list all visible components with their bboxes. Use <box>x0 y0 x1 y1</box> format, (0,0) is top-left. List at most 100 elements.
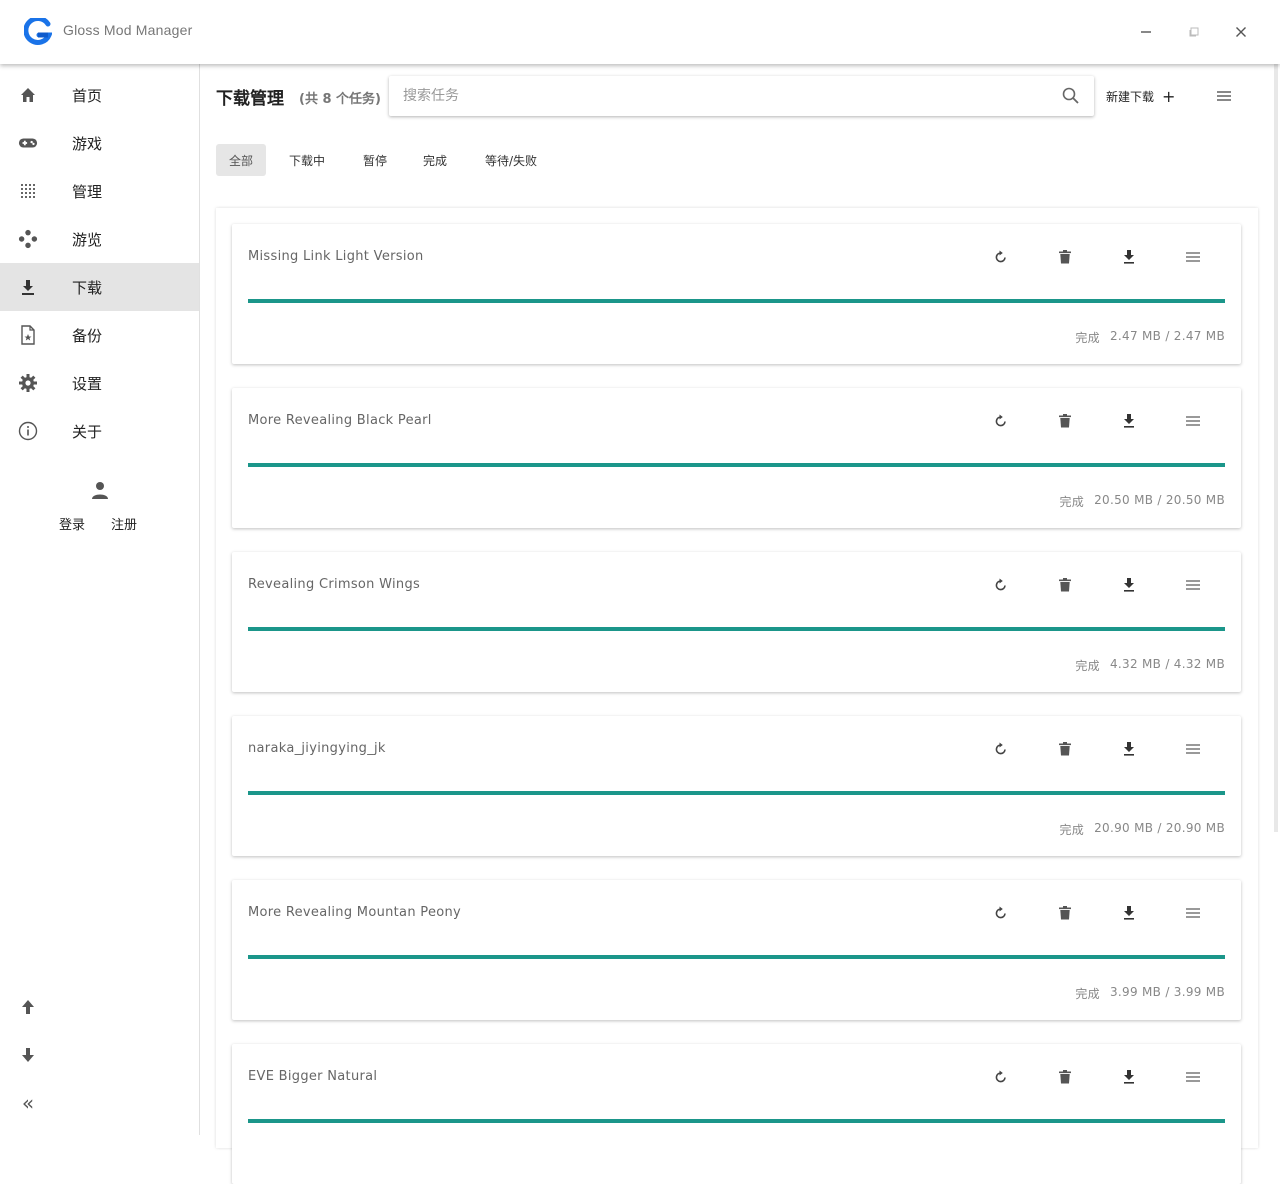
progress-fill <box>248 955 1225 959</box>
minimize-icon <box>1141 31 1151 33</box>
delete-button[interactable] <box>1056 904 1074 922</box>
progress-fill <box>248 1119 1225 1123</box>
refresh-icon <box>995 742 1006 755</box>
menu-icon <box>1186 252 1200 262</box>
collapse-sidebar-button[interactable]: « <box>18 1091 38 1115</box>
task-menu-button[interactable] <box>1184 740 1202 758</box>
scroll-top-button[interactable] <box>18 997 38 1017</box>
sidebar: 首页 游戏 管理 游览 下载 备份 设置 关于 登录 注册 « <box>0 64 200 1135</box>
arrow-down-icon <box>22 1048 34 1062</box>
download-task-card: Revealing Crimson Wings 完成 4.32 MB / 4.3… <box>232 552 1241 692</box>
refresh-icon <box>995 250 1006 263</box>
login-link[interactable]: 登录 <box>59 514 85 533</box>
gear-icon <box>18 373 38 393</box>
register-link[interactable]: 注册 <box>111 514 137 533</box>
menu-icon <box>1186 1072 1200 1082</box>
backup-file-icon <box>18 325 38 345</box>
new-download-button[interactable]: 新建下载 + <box>1106 88 1175 105</box>
delete-button[interactable] <box>1056 576 1074 594</box>
tab-completed[interactable]: 完成 <box>410 144 460 176</box>
sidebar-item-label: 游戏 <box>72 134 103 153</box>
retry-button[interactable] <box>992 412 1010 430</box>
download-icon <box>1124 578 1134 592</box>
restore-icon <box>1189 27 1199 37</box>
tab-downloading[interactable]: 下载中 <box>276 144 338 176</box>
save-button[interactable] <box>1120 904 1138 922</box>
retry-button[interactable] <box>992 248 1010 266</box>
task-name: naraka_jiyingying_jk <box>248 741 386 756</box>
status-label: 完成 <box>1059 823 1085 837</box>
sidebar-item-label: 首页 <box>72 86 103 105</box>
scroll-bottom-button[interactable] <box>18 1045 38 1065</box>
save-button[interactable] <box>1120 740 1138 758</box>
sidebar-item-backup[interactable]: 备份 <box>0 311 199 359</box>
refresh-icon <box>995 578 1006 591</box>
download-task-card: More Revealing Mountan Peony 完成 3.99 MB … <box>232 880 1241 1020</box>
task-menu-button[interactable] <box>1184 576 1202 594</box>
task-menu-button[interactable] <box>1184 1068 1202 1086</box>
user-icon <box>92 482 108 499</box>
save-button[interactable] <box>1120 248 1138 266</box>
retry-button[interactable] <box>992 1068 1010 1086</box>
task-status: 完成 20.50 MB / 20.50 MB <box>1060 493 1226 510</box>
status-label: 完成 <box>1075 659 1100 673</box>
sidebar-item-settings[interactable]: 设置 <box>0 359 199 407</box>
delete-button[interactable] <box>1056 412 1074 430</box>
app-logo-icon <box>24 18 52 45</box>
save-button[interactable] <box>1120 1068 1138 1086</box>
size-label: 3.99 MB / 3.99 MB <box>1109 985 1225 999</box>
tab-paused[interactable]: 暂停 <box>350 144 400 176</box>
sidebar-item-manage[interactable]: 管理 <box>0 167 199 215</box>
page-title: 下载管理 <box>216 89 284 109</box>
download-icon <box>1124 414 1134 428</box>
minimize-button[interactable] <box>1132 18 1160 46</box>
sidebar-item-label: 关于 <box>72 422 103 441</box>
search-icon[interactable] <box>1061 86 1081 106</box>
progress-bar <box>248 627 1225 631</box>
close-icon <box>1236 27 1246 37</box>
download-icon <box>18 277 38 297</box>
task-status: 完成 3.99 MB / 3.99 MB <box>1075 985 1225 1002</box>
sidebar-item-home[interactable]: 首页 <box>0 71 199 119</box>
main-content: 下载管理 (共 8 个任务) 新建下载 + 全部 下载中 暂停 完成 等待/失败… <box>200 64 1280 1184</box>
progress-fill <box>248 463 1225 467</box>
task-status: 完成 20.90 MB / 20.90 MB <box>1060 821 1226 838</box>
retry-button[interactable] <box>992 740 1010 758</box>
task-name: Revealing Crimson Wings <box>248 577 421 592</box>
search-input[interactable] <box>403 84 1043 108</box>
retry-button[interactable] <box>992 904 1010 922</box>
task-menu-button[interactable] <box>1184 248 1202 266</box>
task-name: More Revealing Mountan Peony <box>248 905 462 920</box>
download-icon <box>1124 250 1134 264</box>
download-task-card: Missing Link Light Version 完成 2.47 MB / … <box>232 224 1241 364</box>
sidebar-item-label: 设置 <box>72 374 103 393</box>
sidebar-item-browse[interactable]: 游览 <box>0 215 199 263</box>
progress-fill <box>248 627 1225 631</box>
task-menu-button[interactable] <box>1184 412 1202 430</box>
sidebar-item-label: 管理 <box>72 182 103 201</box>
delete-button[interactable] <box>1056 740 1074 758</box>
close-button[interactable] <box>1227 18 1255 46</box>
tab-all[interactable]: 全部 <box>216 144 267 176</box>
progress-fill <box>248 791 1225 795</box>
menu-icon <box>1186 580 1200 590</box>
gamepad-icon <box>18 133 38 153</box>
save-button[interactable] <box>1120 576 1138 594</box>
sidebar-item-about[interactable]: 关于 <box>0 407 199 455</box>
trash-icon <box>1059 906 1071 920</box>
refresh-icon <box>995 414 1006 427</box>
delete-button[interactable] <box>1056 248 1074 266</box>
title-bar: Gloss Mod Manager <box>0 0 1280 64</box>
window-scrollbar[interactable] <box>1274 64 1278 832</box>
sidebar-item-download[interactable]: 下载 <box>0 263 199 311</box>
tab-waiting-failed[interactable]: 等待/失败 <box>472 144 550 176</box>
save-button[interactable] <box>1120 412 1138 430</box>
delete-button[interactable] <box>1056 1068 1074 1086</box>
task-name: More Revealing Black Pearl <box>248 413 432 428</box>
task-menu-button[interactable] <box>1184 904 1202 922</box>
menu-icon <box>1186 416 1200 426</box>
maximize-button[interactable] <box>1180 18 1208 46</box>
sidebar-item-games[interactable]: 游戏 <box>0 119 199 167</box>
retry-button[interactable] <box>992 576 1010 594</box>
menu-icon[interactable] <box>1216 89 1232 103</box>
